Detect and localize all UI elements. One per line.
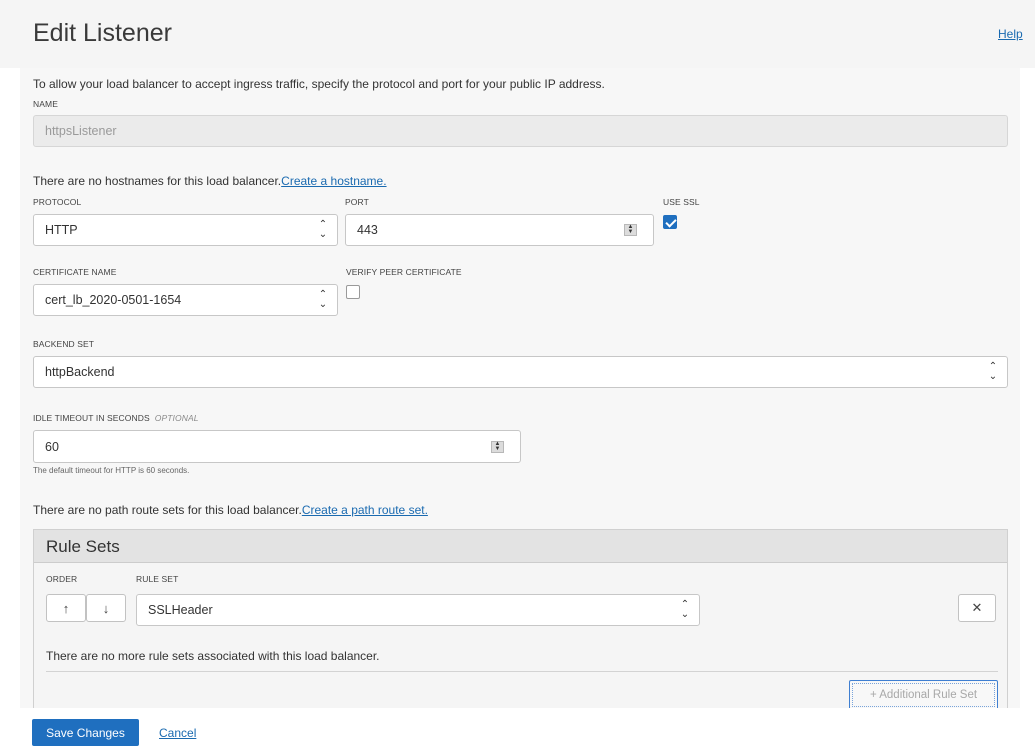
intro-text: To allow your load balancer to accept in… [33, 77, 605, 91]
name-field: httpsListener [33, 115, 1008, 147]
certificate-name-label: CERTIFICATE NAME [33, 267, 117, 277]
footer [0, 708, 1035, 746]
remove-rule-set-button[interactable]: ✕ [958, 594, 996, 622]
hostnames-message: There are no hostnames for this load bal… [33, 174, 387, 188]
protocol-label: PROTOCOL [33, 197, 82, 207]
rule-sets-header: Rule Sets [34, 530, 1007, 563]
close-icon: ✕ [971, 600, 983, 615]
port-value: 443 [357, 223, 378, 237]
hostnames-text: There are no hostnames for this load bal… [33, 174, 282, 188]
order-label: ORDER [46, 574, 78, 584]
spinner-icon[interactable]: ▲ ▼ [624, 224, 637, 236]
backend-set-select[interactable]: httpBackend ⌃ ⌄ [33, 356, 1008, 388]
move-down-button[interactable]: ↓ [86, 594, 126, 622]
divider [46, 671, 998, 672]
certificate-name-select[interactable]: cert_lb_2020-0501-1654 ⌃ ⌄ [33, 284, 338, 316]
rule-set-select[interactable]: SSLHeader ⌃ ⌄ [136, 594, 700, 626]
name-value: httpsListener [45, 124, 117, 138]
rule-sets-title: Rule Sets [46, 537, 120, 556]
verify-peer-certificate-label: VERIFY PEER CERTIFICATE [346, 267, 462, 277]
backend-set-value: httpBackend [45, 365, 115, 379]
create-path-route-link[interactable]: Create a path route set. [302, 503, 428, 517]
path-route-message: There are no path route sets for this lo… [33, 503, 428, 517]
rule-set-value: SSLHeader [148, 603, 213, 617]
arrow-down-icon: ↓ [102, 600, 110, 616]
idle-timeout-help: The default timeout for HTTP is 60 secon… [33, 466, 190, 475]
port-input[interactable]: 443 ▲ ▼ [345, 214, 654, 246]
select-arrows-icon: ⌃ ⌄ [318, 219, 328, 240]
port-label: PORT [345, 197, 369, 207]
help-link[interactable]: Help [998, 27, 1023, 41]
spinner-icon[interactable]: ▲ ▼ [491, 440, 504, 453]
idle-timeout-label: IDLE TIMEOUT IN SECONDS OPTIONAL [33, 413, 199, 423]
save-changes-button[interactable]: Save Changes [32, 719, 139, 746]
protocol-value: HTTP [45, 223, 78, 237]
select-arrows-icon: ⌃ ⌄ [988, 361, 998, 382]
additional-rule-set-button[interactable]: + Additional Rule Set [849, 680, 998, 710]
move-up-button[interactable]: ↑ [46, 594, 86, 622]
no-more-rule-sets-text: There are no more rule sets associated w… [46, 649, 380, 663]
use-ssl-checkbox[interactable] [663, 215, 677, 229]
select-arrows-icon: ⌃ ⌄ [680, 599, 690, 620]
idle-timeout-value: 60 [45, 439, 59, 454]
idle-timeout-label-text: IDLE TIMEOUT IN SECONDS [33, 413, 150, 423]
certificate-name-value: cert_lb_2020-0501-1654 [45, 293, 182, 307]
name-label: NAME [33, 99, 58, 109]
page-header: Edit Listener Help [0, 0, 1035, 68]
cancel-link[interactable]: Cancel [159, 726, 196, 740]
backend-set-label: BACKEND SET [33, 339, 95, 349]
optional-tag: OPTIONAL [154, 413, 199, 423]
protocol-select[interactable]: HTTP ⌃ ⌄ [33, 214, 338, 246]
idle-timeout-input[interactable]: 60 ▲ ▼ [33, 430, 521, 463]
select-arrows-icon: ⌃ ⌄ [318, 289, 328, 310]
rule-set-label: RULE SET [136, 574, 179, 584]
arrow-up-icon: ↑ [62, 600, 70, 616]
path-route-text: There are no path route sets for this lo… [33, 503, 302, 517]
page-title: Edit Listener [33, 19, 172, 47]
verify-peer-certificate-checkbox[interactable] [346, 285, 360, 299]
use-ssl-label: USE SSL [663, 197, 700, 207]
create-hostname-link[interactable]: Create a hostname. [281, 174, 386, 188]
